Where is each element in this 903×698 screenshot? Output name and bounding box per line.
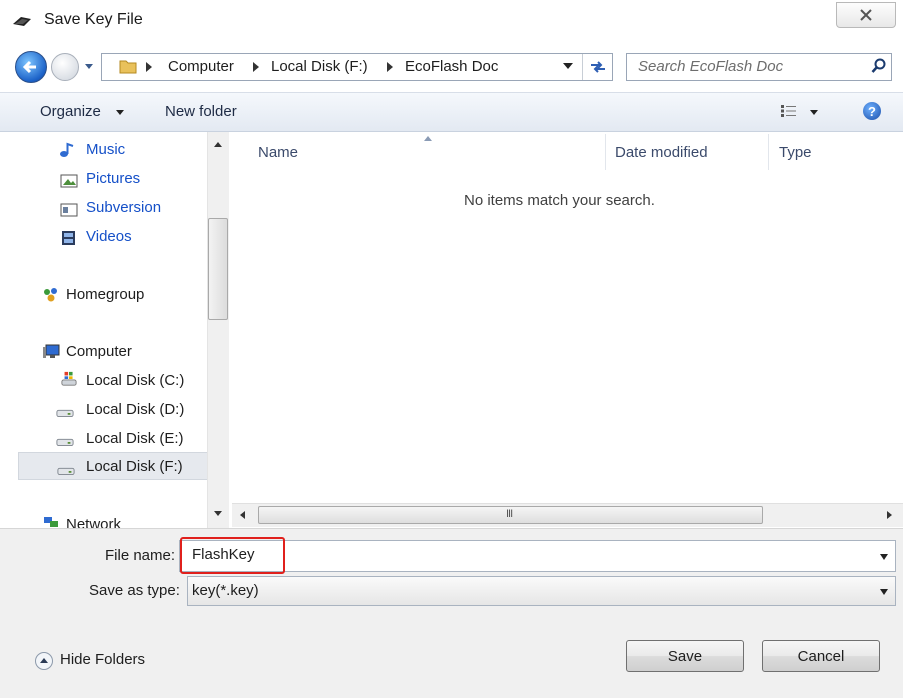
search-placeholder: Search EcoFlash Doc xyxy=(638,58,784,75)
window-title: Save Key File xyxy=(44,11,143,28)
breadcrumb-arrow-icon[interactable] xyxy=(387,62,393,72)
folder-icon xyxy=(119,60,137,74)
forward-button[interactable] xyxy=(51,53,79,81)
organize-caret-icon[interactable] xyxy=(116,110,124,115)
column-header-date-modified[interactable]: Date modified xyxy=(615,144,708,161)
sidebar-scroll-thumb[interactable] xyxy=(208,218,228,320)
file-name-dropdown-icon[interactable] xyxy=(880,554,888,560)
breadcrumb-arrow-icon[interactable] xyxy=(253,62,259,72)
save-as-type-value[interactable]: key(*.key) xyxy=(192,582,259,599)
sidebar-item-local-disk-d[interactable]: Local Disk (D:) xyxy=(0,396,208,424)
save-as-type-label: Save as type: xyxy=(89,582,180,599)
sidebar-item-videos[interactable]: Videos xyxy=(0,223,208,251)
sidebar-item-subversion[interactable]: Subversion xyxy=(0,194,208,222)
sidebar-item-label: Local Disk (D:) xyxy=(86,401,185,418)
scroll-up-icon[interactable] xyxy=(214,142,222,147)
address-dropdown-icon[interactable] xyxy=(563,63,573,69)
empty-folder-message: No items match your search. xyxy=(464,192,655,209)
subversion-icon xyxy=(60,203,78,217)
column-divider[interactable] xyxy=(768,134,769,170)
homegroup-icon xyxy=(44,288,57,302)
system-drive-icon xyxy=(61,371,77,386)
back-button[interactable] xyxy=(15,51,47,83)
scroll-down-icon[interactable] xyxy=(214,511,222,516)
sidebar-item-label: Homegroup xyxy=(66,286,145,303)
sidebar-item-pictures[interactable]: Pictures xyxy=(0,165,208,193)
breadcrumb-computer[interactable]: Computer xyxy=(168,58,234,75)
back-arrow-icon xyxy=(22,60,36,74)
column-divider[interactable] xyxy=(605,134,606,170)
sidebar-item-label: Computer xyxy=(66,343,132,360)
save-as-type-select[interactable] xyxy=(187,576,896,606)
breadcrumb-arrow-icon[interactable] xyxy=(146,62,152,72)
sort-ascending-icon xyxy=(424,136,432,141)
scroll-right-icon[interactable] xyxy=(887,511,892,519)
file-name-label: File name: xyxy=(105,547,176,564)
cancel-button[interactable]: Cancel xyxy=(762,640,880,672)
sidebar-item-label: Pictures xyxy=(86,170,141,187)
new-folder-button[interactable]: New folder xyxy=(165,103,237,120)
sidebar-item-label: Videos xyxy=(86,228,132,245)
music-note-icon xyxy=(60,142,74,157)
scroll-left-icon[interactable] xyxy=(240,511,245,519)
computer-icon xyxy=(43,344,60,358)
navigation-pane: Music Pictures Subversion Videos Homegro… xyxy=(0,132,232,528)
sidebar-item-label: Music xyxy=(86,141,126,158)
hide-folders-button[interactable]: Hide Folders xyxy=(60,651,145,668)
drive-icon xyxy=(56,409,74,418)
sidebar-item-local-disk-e[interactable]: Local Disk (E:) xyxy=(0,425,208,453)
command-toolbar xyxy=(0,92,903,132)
sidebar-item-label: Local Disk (E:) xyxy=(86,430,184,447)
refresh-icon xyxy=(590,61,605,73)
sidebar-item-label: Local Disk (F:) xyxy=(86,458,183,475)
sidebar-item-label: Network xyxy=(66,516,122,528)
key-file-icon xyxy=(13,17,31,26)
refresh-button[interactable] xyxy=(582,54,612,80)
column-header-type[interactable]: Type xyxy=(779,144,812,161)
sidebar-item-homegroup[interactable]: Homegroup xyxy=(0,281,208,309)
sidebar-item-local-disk-f[interactable]: Local Disk (F:) xyxy=(18,452,208,480)
breadcrumb-local-disk-f[interactable]: Local Disk (F:) xyxy=(271,58,368,75)
drive-icon xyxy=(56,438,74,447)
search-icon[interactable] xyxy=(871,58,887,74)
close-icon xyxy=(860,9,872,21)
save-as-type-dropdown-icon[interactable] xyxy=(880,589,888,595)
pictures-icon xyxy=(60,174,78,188)
network-icon xyxy=(44,517,58,527)
organize-menu[interactable]: Organize xyxy=(40,103,101,120)
file-name-input[interactable] xyxy=(179,540,896,572)
sidebar-item-label: Subversion xyxy=(86,199,162,216)
hide-folders-icon[interactable] xyxy=(34,651,54,671)
breadcrumb-ecoflash-doc[interactable]: EcoFlash Doc xyxy=(405,58,498,75)
videos-icon xyxy=(62,231,75,245)
save-dialog: Save Key File Computer Local Disk (F:) E… xyxy=(0,0,903,698)
save-button[interactable]: Save xyxy=(626,640,744,672)
recent-pages-chevron-icon[interactable] xyxy=(83,60,95,72)
sidebar-item-label: Local Disk (C:) xyxy=(86,372,185,389)
sidebar-item-local-disk-c[interactable]: Local Disk (C:) xyxy=(0,367,208,395)
close-button[interactable] xyxy=(836,2,896,28)
views-caret-icon[interactable] xyxy=(810,110,818,115)
views-icon[interactable] xyxy=(780,104,798,118)
sidebar-scrollbar[interactable] xyxy=(207,132,229,528)
help-icon[interactable]: ? xyxy=(863,102,881,120)
drive-icon xyxy=(57,467,75,476)
sidebar-item-network[interactable]: Network xyxy=(0,511,208,528)
sidebar-item-computer[interactable]: Computer xyxy=(0,338,208,366)
scroll-grip: III xyxy=(506,508,513,520)
column-header-name[interactable]: Name xyxy=(258,144,298,161)
highlight-annotation xyxy=(180,537,285,574)
sidebar-item-music[interactable]: Music xyxy=(0,136,208,164)
